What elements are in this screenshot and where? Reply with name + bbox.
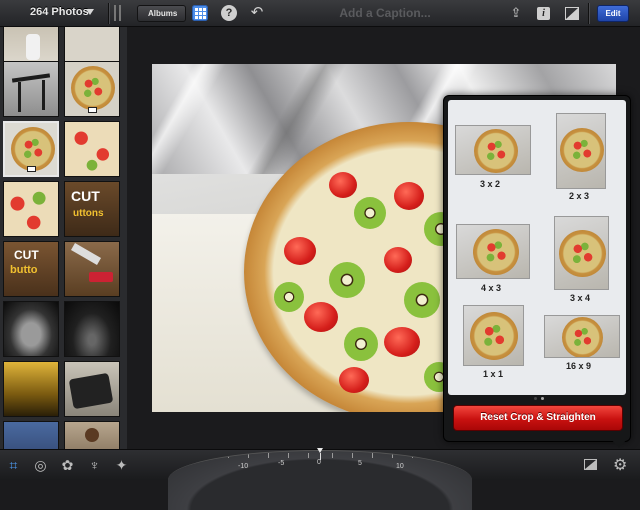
popover-arrow: [610, 438, 628, 448]
crop-icon[interactable]: ⌗: [5, 457, 22, 474]
straighten-dial[interactable]: -10 -5 0 5 10: [168, 450, 472, 510]
reset-crop-straighten-button[interactable]: Reset Crop & Straighten: [453, 405, 623, 431]
thumbnail[interactable]: CUT uttons: [64, 181, 120, 237]
rotate-icon[interactable]: [584, 459, 597, 470]
thumbnail-text: CUT: [14, 248, 39, 262]
dial-label: 0: [317, 459, 321, 466]
photo-thumbnail-sidebar[interactable]: CUT uttons CUT butto: [0, 27, 127, 449]
thumbnail[interactable]: [3, 301, 59, 357]
help-icon[interactable]: ?: [221, 5, 237, 21]
crop-label: 3 x 2: [480, 179, 501, 189]
info-icon[interactable]: i: [537, 7, 550, 20]
tag-icon: [88, 107, 97, 113]
tag-icon: [27, 166, 36, 172]
thumbnail[interactable]: [3, 181, 59, 237]
gear-icon[interactable]: ⚙: [613, 455, 627, 475]
thumbnail[interactable]: [3, 361, 59, 417]
sidebar-toggle-icon[interactable]: [114, 5, 124, 21]
dial-label: -10: [238, 463, 249, 470]
exposure-icon[interactable]: ◎: [32, 457, 49, 474]
dial-label: -5: [278, 460, 285, 467]
edit-button[interactable]: Edit: [597, 5, 629, 22]
undo-icon[interactable]: ↶: [249, 5, 265, 21]
thumbnail[interactable]: [64, 421, 120, 449]
crop-label: 3 x 4: [570, 293, 591, 303]
divider: [588, 3, 589, 24]
crop-label: 16 x 9: [566, 361, 592, 371]
page-indicator: [532, 387, 546, 405]
thumbnail-text: uttons: [73, 208, 104, 219]
effects-icon[interactable]: ✦: [113, 457, 130, 474]
dial-label: 10: [396, 463, 404, 470]
caption-field[interactable]: Add a Caption...: [300, 6, 470, 20]
crop-label: 2 x 3: [569, 191, 590, 201]
crop-label: 1 x 1: [483, 369, 504, 379]
color-icon[interactable]: ✿: [59, 457, 76, 474]
thumbnail-selected[interactable]: [3, 121, 59, 177]
thumbnail[interactable]: [3, 421, 59, 449]
dial-label: 5: [358, 460, 362, 467]
chevron-down-icon[interactable]: [86, 9, 94, 15]
thumbnail[interactable]: CUT butto: [3, 241, 59, 297]
top-toolbar: 264 Photos Albums ? ↶ Add a Caption... ⇪…: [0, 0, 640, 27]
thumbnail-text: butto: [10, 264, 38, 276]
thumbnail-text: CUT: [71, 188, 100, 204]
dial-pointer: [317, 448, 323, 453]
photos-count-button[interactable]: 264 Photos: [30, 6, 89, 18]
brushes-icon[interactable]: ♆: [86, 457, 103, 474]
thumbnail[interactable]: [64, 61, 120, 117]
albums-back-button[interactable]: Albums: [137, 5, 187, 22]
thumbnail[interactable]: [64, 121, 120, 177]
show-original-icon[interactable]: [565, 7, 579, 20]
grid-view-icon[interactable]: [192, 5, 208, 21]
thumbnail[interactable]: [3, 61, 59, 117]
divider: [108, 3, 109, 24]
thumbnail[interactable]: [64, 301, 120, 357]
thumbnail[interactable]: [64, 361, 120, 417]
crop-label: 4 x 3: [481, 283, 502, 293]
share-icon[interactable]: ⇪: [508, 5, 524, 21]
thumbnail[interactable]: [64, 241, 120, 297]
